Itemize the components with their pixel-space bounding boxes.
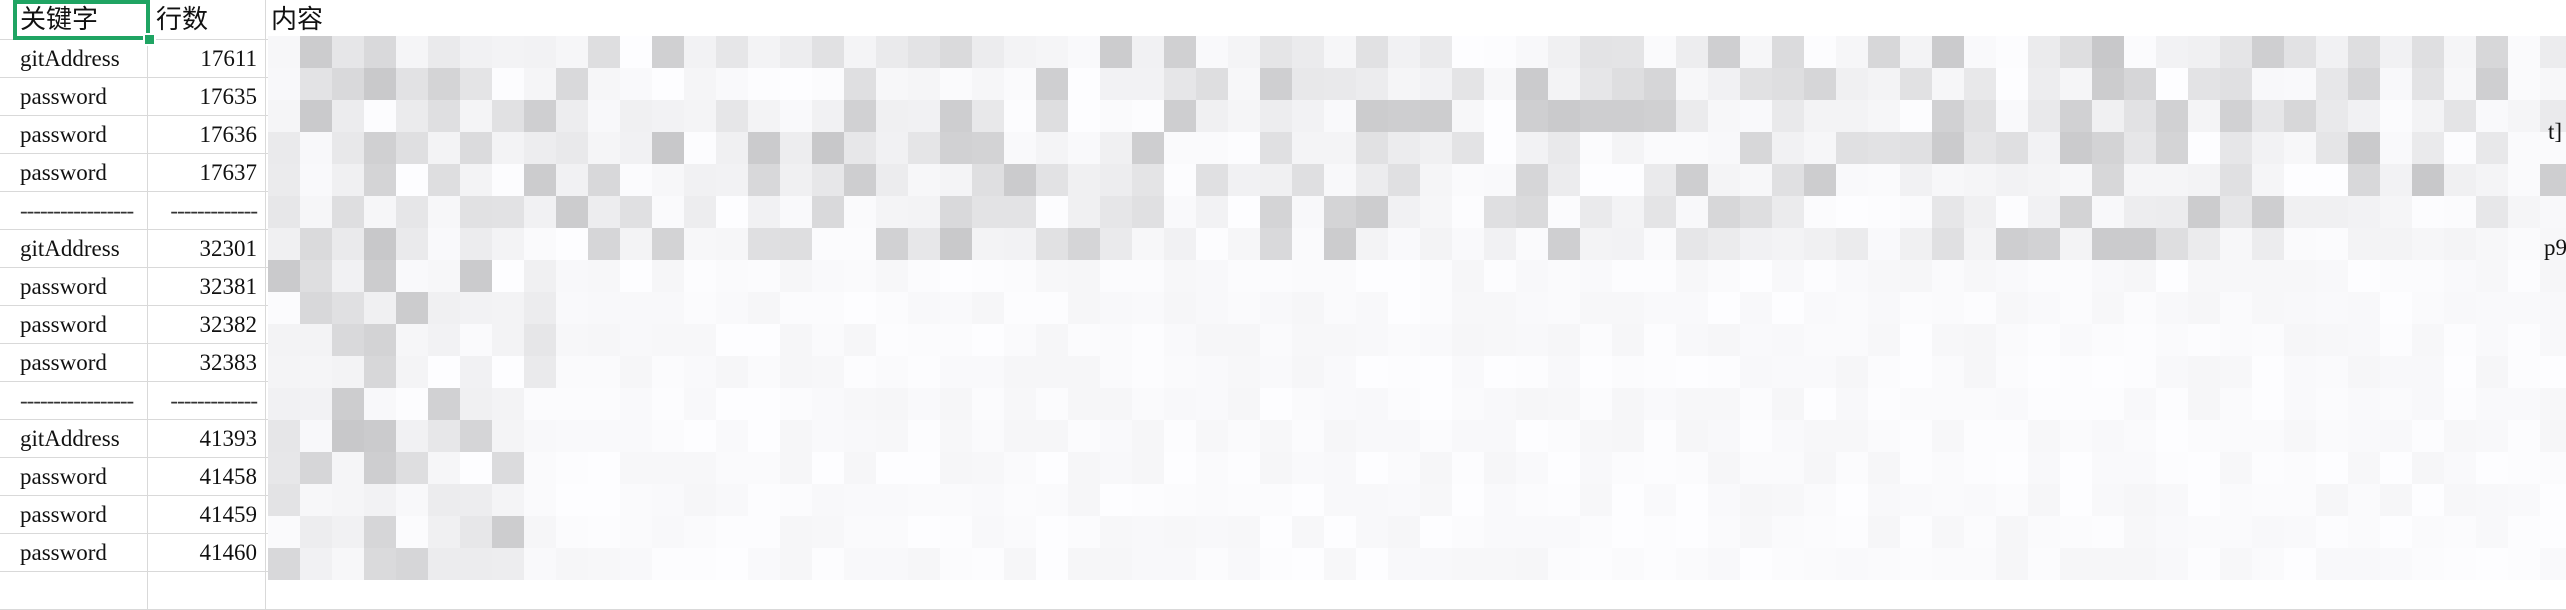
cell-keyword[interactable]: password bbox=[0, 496, 148, 534]
cell-keyword[interactable]: ----------------- bbox=[0, 382, 148, 420]
cell-line-number[interactable]: 41393 bbox=[148, 420, 266, 458]
empty-cell[interactable] bbox=[266, 572, 2566, 610]
cell-line-number[interactable]: 41460 bbox=[148, 534, 266, 572]
header-content[interactable]: 内容 bbox=[266, 0, 2566, 40]
cell-content[interactable]: h bbox=[266, 420, 2566, 458]
cell-keyword[interactable]: gitAddress bbox=[0, 40, 148, 78]
cell-line-number[interactable]: 32382 bbox=[148, 306, 266, 344]
cell-keyword[interactable]: password bbox=[0, 458, 148, 496]
cell-keyword[interactable]: password bbox=[0, 154, 148, 192]
cell-line-number[interactable]: 41458 bbox=[148, 458, 266, 496]
cell-line-number[interactable]: 17635 bbox=[148, 78, 266, 116]
table-row: gitAddress 41393 h bbox=[0, 420, 2566, 458]
cell-line-number[interactable]: 32383 bbox=[148, 344, 266, 382]
cell-line-number[interactable]: 32301 bbox=[148, 230, 266, 268]
cell-keyword[interactable]: password bbox=[0, 78, 148, 116]
table-row: password 41460 S bbox=[0, 534, 2566, 572]
table-row: ----------------- ------------- - bbox=[0, 382, 2566, 420]
table-row: password 41459 S bbox=[0, 496, 2566, 534]
table-row: gitAddress 32301 h bbox=[0, 230, 2566, 268]
cell-line-number[interactable]: 17637 bbox=[148, 154, 266, 192]
table-row: password 17636 b bbox=[0, 116, 2566, 154]
cell-content[interactable]: S bbox=[266, 496, 2566, 534]
cell-content[interactable]: h bbox=[266, 40, 2566, 78]
table-row: password 41458 S bbox=[0, 458, 2566, 496]
spreadsheet: 关键字 行数 内容 gitAddress 17611 h password 17635/… bbox=[0, 0, 2566, 610]
table-row: password 32382 S bbox=[0, 306, 2566, 344]
cell-line-number[interactable]: 32381 bbox=[148, 268, 266, 306]
cell-content[interactable]: S bbox=[266, 268, 2566, 306]
table-row: password 17635/ bbox=[0, 78, 2566, 116]
cell-line-number[interactable]: 41459 bbox=[148, 496, 266, 534]
table-row: ----------------- ------------- - bbox=[0, 192, 2566, 230]
table-row: password 17637/ bbox=[0, 154, 2566, 192]
cell-keyword[interactable]: password bbox=[0, 306, 148, 344]
cell-keyword[interactable]: password bbox=[0, 116, 148, 154]
edge-fragment-2: p9 bbox=[2544, 235, 2566, 260]
cell-content[interactable]: h bbox=[266, 230, 2566, 268]
empty-cell[interactable] bbox=[148, 572, 266, 610]
cell-content[interactable]: S bbox=[266, 534, 2566, 572]
table-row: password 32383 S bbox=[0, 344, 2566, 382]
cell-content[interactable]: S bbox=[266, 344, 2566, 382]
cell-line-number[interactable]: 17636 bbox=[148, 116, 266, 154]
cell-keyword[interactable]: password bbox=[0, 344, 148, 382]
header-row: 关键字 行数 内容 bbox=[0, 0, 2566, 40]
cell-content[interactable]: S bbox=[266, 458, 2566, 496]
table-row bbox=[0, 572, 2566, 610]
cell-keyword[interactable]: gitAddress bbox=[0, 230, 148, 268]
cell-keyword[interactable]: password bbox=[0, 268, 148, 306]
table-row: password 32381 S bbox=[0, 268, 2566, 306]
cell-content[interactable]: / bbox=[266, 154, 2566, 192]
fill-handle[interactable] bbox=[143, 33, 156, 46]
header-line-number[interactable]: 行数 bbox=[148, 0, 266, 40]
header-keyword[interactable]: 关键字 bbox=[0, 0, 148, 40]
table-row: gitAddress 17611 h bbox=[0, 40, 2566, 78]
cell-line-number[interactable]: ------------- bbox=[148, 192, 266, 230]
cell-content[interactable]: / bbox=[266, 78, 2566, 116]
cell-line-number[interactable]: 17611 bbox=[148, 40, 266, 78]
cell-keyword[interactable]: password bbox=[0, 534, 148, 572]
cell-content[interactable]: - bbox=[266, 382, 2566, 420]
cell-keyword[interactable]: gitAddress bbox=[0, 420, 148, 458]
cell-content[interactable]: b bbox=[266, 116, 2566, 154]
cell-line-number[interactable]: ------------- bbox=[148, 382, 266, 420]
cell-keyword[interactable]: ----------------- bbox=[0, 192, 148, 230]
edge-fragment-1: t] bbox=[2548, 119, 2563, 144]
cell-content[interactable]: S bbox=[266, 306, 2566, 344]
empty-cell[interactable] bbox=[0, 572, 148, 610]
cell-content[interactable]: - bbox=[266, 192, 2566, 230]
